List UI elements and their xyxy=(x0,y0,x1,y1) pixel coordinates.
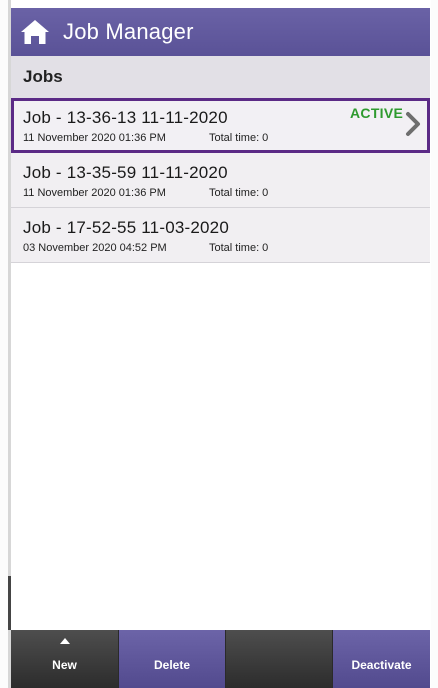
job-list: Job - 13-36-13 11-11-2020 11 November 20… xyxy=(11,98,430,263)
chevron-up-icon xyxy=(59,638,70,644)
job-name: Job - 17-52-55 11-03-2020 xyxy=(23,218,229,237)
job-total-time: Total time: 0 xyxy=(209,242,269,254)
job-manager-app: Job Manager Jobs Job - 13-36-13 11-11-20… xyxy=(11,8,430,688)
page-title: Job Manager xyxy=(63,19,194,44)
job-date: 03 November 2020 04:52 PM xyxy=(23,242,167,254)
jobs-section-header: Jobs xyxy=(11,56,430,98)
delete-button[interactable]: Delete xyxy=(119,630,226,688)
job-row-3[interactable]: Job - 17-52-55 11-03-2020 03 November 20… xyxy=(11,208,430,263)
job-total-time: Total time: 0 xyxy=(209,132,269,144)
new-button[interactable]: New xyxy=(11,630,119,688)
job-row-2[interactable]: Job - 13-35-59 11-11-2020 11 November 20… xyxy=(11,153,430,208)
job-date: 11 November 2020 01:36 PM xyxy=(23,187,166,199)
job-row-1[interactable]: Job - 13-36-13 11-11-2020 11 November 20… xyxy=(11,98,430,153)
delete-label: Delete xyxy=(153,658,191,672)
deactivate-button[interactable]: Deactivate xyxy=(333,630,430,688)
deactivate-label: Deactivate xyxy=(351,658,412,672)
empty-toolbar-button[interactable] xyxy=(226,630,333,688)
job-total-time: Total time: 0 xyxy=(209,187,269,199)
home-icon[interactable] xyxy=(11,8,59,56)
section-title: Jobs xyxy=(23,67,63,86)
bottom-toolbar: New Delete Deactivate xyxy=(11,630,430,688)
chevron-right-icon[interactable] xyxy=(404,111,422,137)
job-status-badge: ACTIVE xyxy=(350,105,404,121)
job-name: Job - 13-35-59 11-11-2020 xyxy=(23,163,228,182)
job-name: Job - 13-36-13 11-11-2020 xyxy=(23,108,228,127)
job-date: 11 November 2020 01:36 PM xyxy=(23,132,166,144)
title-bar: Job Manager xyxy=(11,8,430,56)
new-label: New xyxy=(52,658,77,672)
